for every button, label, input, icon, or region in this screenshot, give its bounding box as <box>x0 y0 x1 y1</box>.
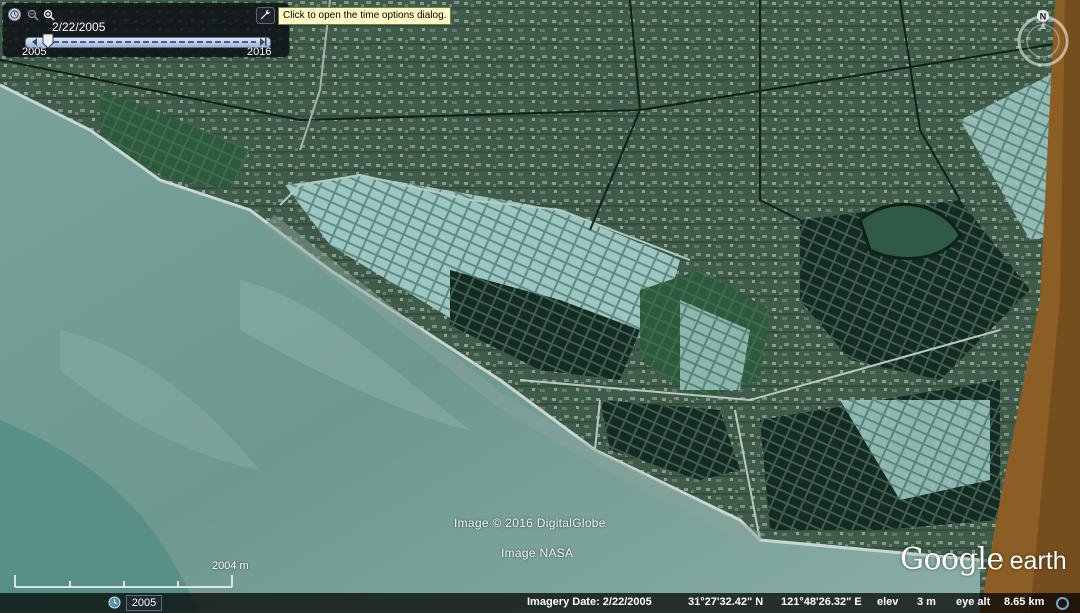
imagery-attribution: Image © 2016 DigitalGlobe <box>454 516 606 530</box>
clock-icon[interactable] <box>8 8 21 21</box>
navigation-compass[interactable]: N <box>1012 8 1074 70</box>
eye-altitude-value: 8.65 km <box>1004 596 1045 608</box>
time-slider-panel: 2/22/2005 2005 2016 <box>3 3 289 58</box>
elevation-label: elev <box>877 596 899 608</box>
zoom-out-icon[interactable] <box>26 8 39 21</box>
range-start-label: 2005 <box>22 46 47 58</box>
longitude-readout: 121°48'26.32" E <box>781 596 862 608</box>
status-bar: 2005 Imagery Date: 2/22/2005 31°27'32.42… <box>0 593 1080 613</box>
eye-altitude-label: eye alt <box>956 596 991 608</box>
historical-imagery-icon[interactable] <box>108 596 121 609</box>
time-options-button[interactable] <box>256 7 275 24</box>
streaming-indicator-icon <box>1056 597 1069 610</box>
time-slider-track[interactable] <box>25 37 271 48</box>
current-date-label: 2/22/2005 <box>52 20 106 34</box>
latitude-readout: 31°27'32.42" N <box>688 596 764 608</box>
scale-bar <box>14 570 234 590</box>
compass-north-label: N <box>1040 12 1047 22</box>
logo-google-text: Google <box>900 542 1004 577</box>
time-options-tooltip: Click to open the time options dialog. <box>278 7 452 25</box>
wrench-icon <box>260 7 271 25</box>
logo-earth-text: earth <box>1009 547 1067 575</box>
imagery-date: Imagery Date: 2/22/2005 <box>527 596 652 608</box>
compass-icon: N <box>1017 10 1069 67</box>
range-end-label: 2016 <box>247 46 272 58</box>
historical-imagery-year[interactable]: 2005 <box>126 595 162 611</box>
imagery-attribution-secondary: Image NASA <box>501 546 574 560</box>
google-earth-logo: Google earth <box>900 542 1067 577</box>
elevation-value: 3 m <box>917 596 936 608</box>
